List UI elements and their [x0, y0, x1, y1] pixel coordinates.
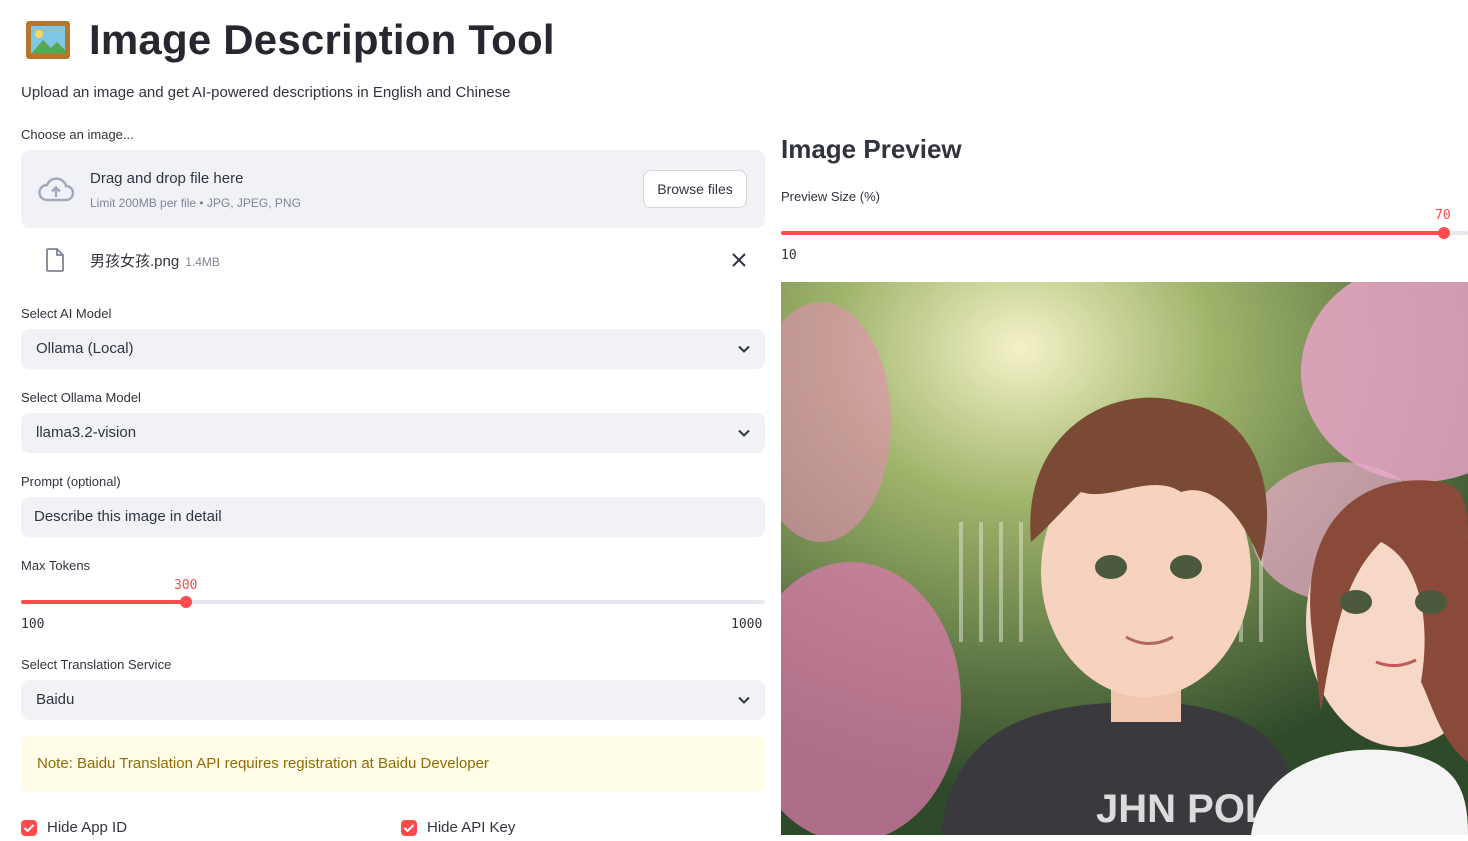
hide-app-id-label: Hide App ID [47, 819, 128, 836]
chevron-down-icon [737, 693, 751, 707]
translation-label: Select Translation Service [21, 657, 172, 672]
preview-title: Image Preview [781, 134, 962, 164]
checkbox-checked-icon [23, 824, 35, 833]
dropzone-title: Drag and drop file here [90, 170, 244, 187]
max-tokens-max: 1000 [731, 617, 763, 632]
max-tokens-value: 300 [174, 578, 198, 593]
ollama-model-label: Select Ollama Model [21, 390, 141, 405]
shirt-text: JHN POL [1096, 787, 1269, 831]
cloud-upload-icon [37, 176, 75, 202]
translation-select[interactable]: Baidu [21, 680, 765, 720]
ai-model-label: Select AI Model [21, 306, 112, 321]
max-tokens-min: 100 [21, 617, 45, 632]
slider-fill [21, 600, 186, 604]
max-tokens-label: Max Tokens [21, 558, 91, 573]
prompt-value: Describe this image in detail [34, 508, 222, 525]
preview-illustration: JHN POL [781, 282, 1468, 835]
dropzone-limit: Limit 200MB per file • JPG, JPEG, PNG [90, 196, 301, 210]
page-title: Image Description Tool [89, 16, 555, 63]
prompt-input[interactable]: Describe this image in detail [21, 497, 765, 537]
chevron-down-icon [737, 426, 751, 440]
max-tokens-slider[interactable] [21, 596, 765, 608]
uploader-label: Choose an image... [21, 127, 134, 142]
ai-model-value: Ollama (Local) [36, 340, 134, 357]
image-preview: JHN POL [781, 282, 1468, 835]
translation-value: Baidu [36, 691, 75, 708]
ollama-model-value: llama3.2-vision [36, 424, 137, 441]
slider-thumb[interactable] [1438, 227, 1450, 239]
hide-app-id-checkbox[interactable] [21, 820, 37, 836]
file-name: 男孩女孩.png 1.4MB [90, 250, 220, 271]
file-size: 1.4MB [185, 255, 220, 269]
file-name-text: 男孩女孩.png [90, 253, 180, 270]
page-header: Image Description Tool [25, 10, 555, 70]
slider-fill [781, 231, 1444, 235]
framed-picture-icon [25, 20, 71, 60]
preview-size-slider[interactable] [781, 227, 1468, 239]
info-note: Note: Baidu Translation API requires reg… [21, 736, 765, 792]
info-note-text: Note: Baidu Translation API requires reg… [37, 755, 489, 772]
slider-thumb[interactable] [180, 596, 192, 608]
file-icon [45, 248, 65, 272]
hide-api-key-label: Hide API Key [427, 819, 516, 836]
page-subtitle: Upload an image and get AI-powered descr… [21, 84, 511, 101]
hide-api-key-checkbox[interactable] [401, 820, 417, 836]
preview-size-label: Preview Size (%) [781, 189, 880, 204]
browse-files-button[interactable]: Browse files [643, 170, 747, 208]
ai-model-select[interactable]: Ollama (Local) [21, 329, 765, 369]
checkbox-checked-icon [403, 824, 415, 833]
chevron-down-icon [737, 342, 751, 356]
prompt-label: Prompt (optional) [21, 474, 121, 489]
file-dropzone[interactable]: Drag and drop file here Limit 200MB per … [21, 150, 765, 228]
preview-size-min: 10 [781, 248, 797, 263]
ollama-model-select[interactable]: llama3.2-vision [21, 413, 765, 453]
uploaded-file-row: 男孩女孩.png 1.4MB [21, 242, 765, 278]
preview-size-value: 70 [1435, 208, 1451, 223]
close-icon[interactable] [729, 248, 749, 272]
